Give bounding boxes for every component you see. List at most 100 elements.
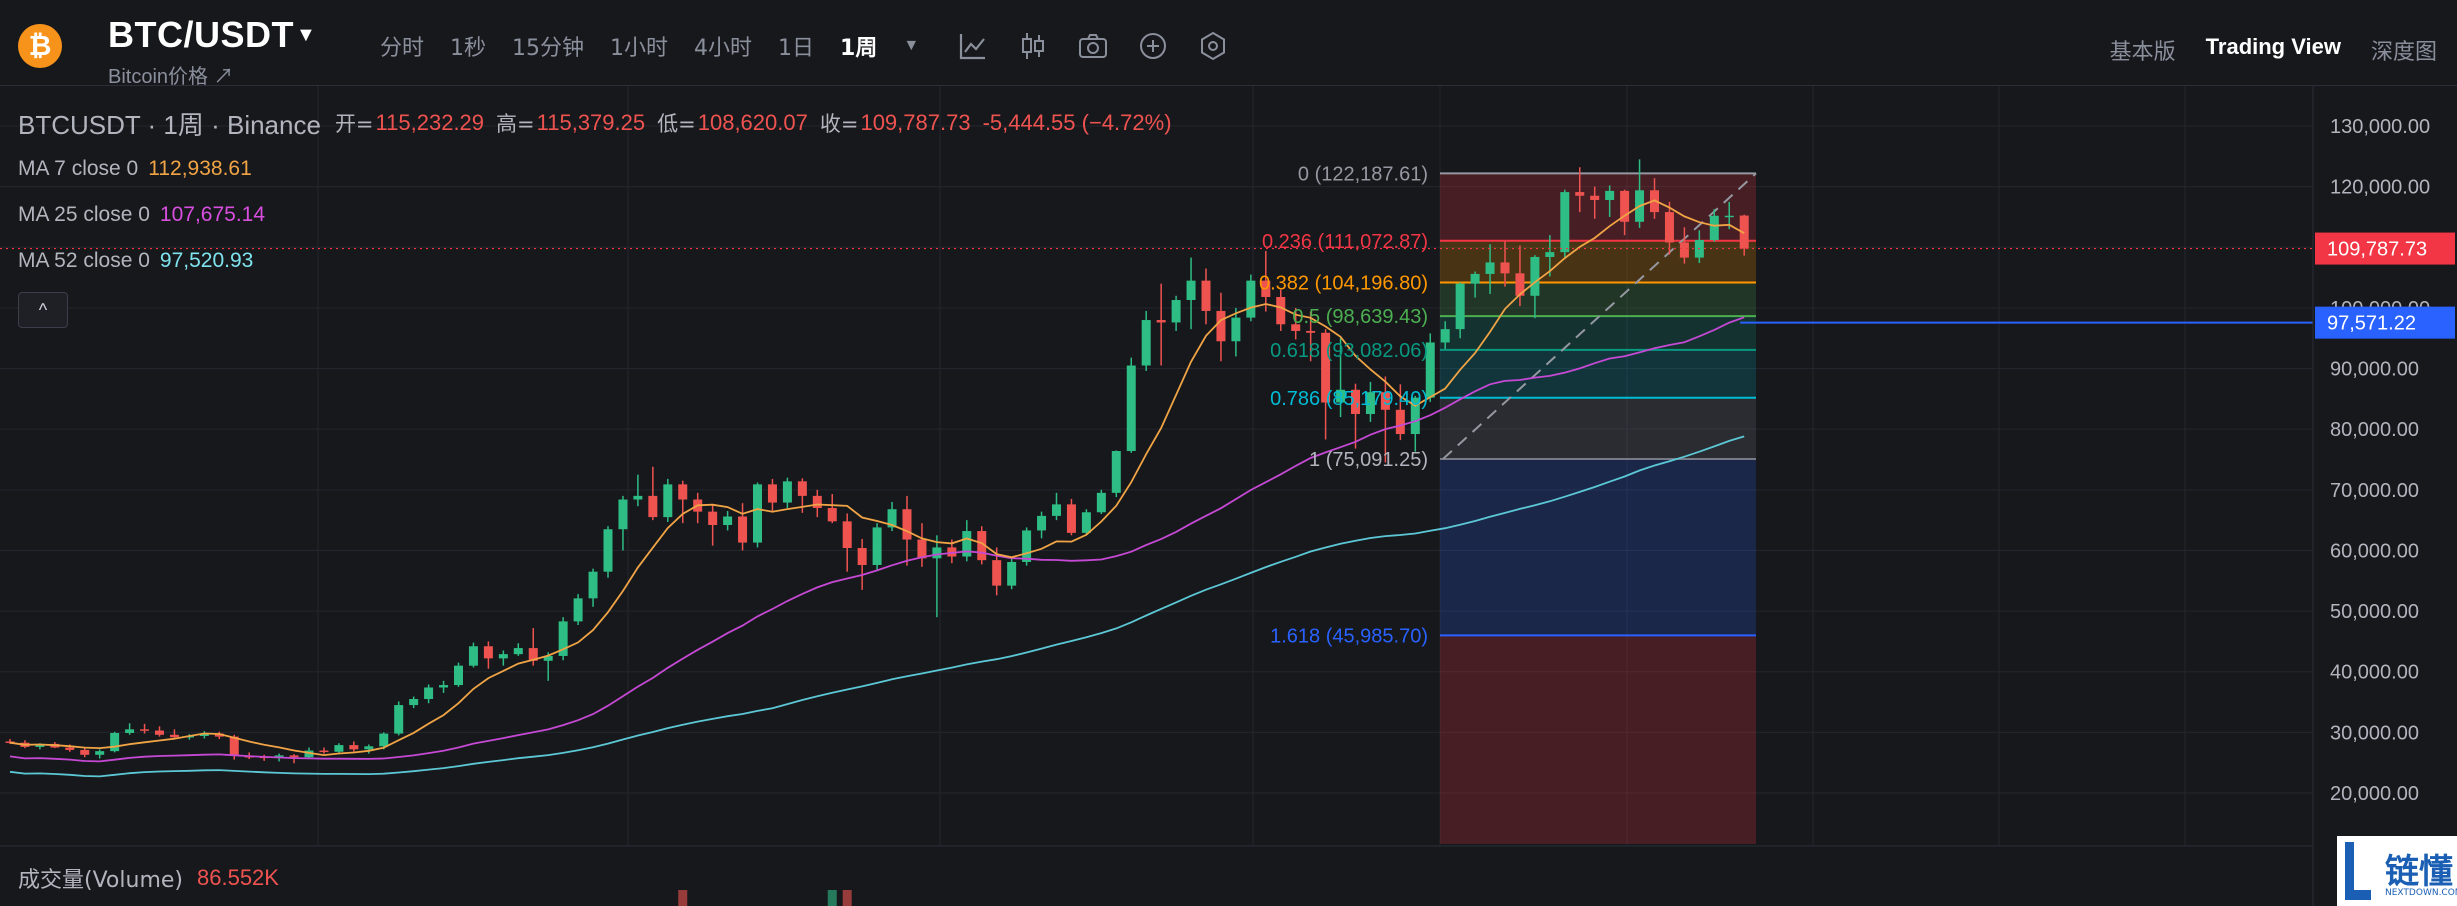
candle-body	[80, 749, 90, 755]
candle-body	[1096, 492, 1106, 513]
interval-1d[interactable]: 1日	[778, 30, 814, 62]
interval-15m[interactable]: 15分钟	[512, 30, 584, 62]
candle-body	[1500, 262, 1510, 274]
candle-body	[1560, 192, 1570, 253]
interval-1h[interactable]: 1小时	[610, 30, 668, 62]
candle-body	[588, 571, 598, 599]
chart-legend: BTCUSDT · 1周 · Binance 开= 115,232.29 高= …	[18, 100, 1184, 328]
symbol-title[interactable]: BTCUSDT · 1周 · Binance	[18, 105, 321, 142]
candle-body	[394, 705, 404, 734]
site-watermark-logo: 链懂 NEXTDOWN.COM	[2337, 836, 2457, 906]
candle-body	[767, 484, 777, 503]
ohlc-row: BTCUSDT · 1周 · Binance 开= 115,232.29 高= …	[18, 100, 1184, 146]
candle-body	[663, 484, 673, 518]
candle-body	[140, 729, 150, 731]
ma7-label: MA 7 close 0	[18, 157, 139, 180]
candle-body	[1485, 262, 1495, 274]
fib-level-label: 0.618 (93,082.06)	[1270, 340, 1428, 362]
candle-body	[842, 521, 852, 549]
ma7-value: 112,938.61	[148, 157, 252, 180]
candle-body	[1081, 512, 1091, 533]
candle-body	[155, 730, 164, 735]
candle-type-icon[interactable]	[1017, 30, 1049, 62]
candle-body	[1455, 283, 1465, 330]
legend-collapse-button[interactable]: ^	[18, 292, 68, 328]
candle-body	[827, 508, 837, 522]
price-axis-tick-label: 80,000.00	[2330, 419, 2419, 441]
interval-more-dropdown-icon[interactable]: ▼	[903, 37, 919, 55]
fib-level-label: 1 (75,091.25)	[1309, 449, 1428, 471]
candle-body	[633, 495, 643, 500]
chart-area[interactable]: 0 (122,187.61) 0.236 (111,072.87) 0.382 (1…	[0, 86, 2457, 906]
candle-body	[169, 734, 179, 738]
candle-body	[1395, 409, 1405, 435]
price-axis-tick-label: 20,000.00	[2330, 783, 2419, 805]
ma25-label: MA 25 close 0	[18, 203, 150, 226]
candle-body	[439, 685, 449, 688]
price-axis-tick-label: 120,000.00	[2330, 177, 2430, 199]
fibonacci-retracement	[1440, 172, 1757, 844]
price-axis-tick-label: 50,000.00	[2330, 601, 2419, 623]
watermark-subtext: NEXTDOWN.COM	[2385, 888, 2457, 898]
add-icon[interactable]	[1137, 30, 1169, 62]
candle-body	[468, 646, 478, 666]
volume-bar	[842, 890, 852, 906]
camera-icon[interactable]	[1077, 30, 1109, 62]
trading-app: ₿ BTC/USDT ▼ Bitcoin价格 ↗ 分时 1秒 15分钟 1小时 …	[0, 0, 2457, 906]
interval-timeline[interactable]: 分时	[380, 30, 424, 62]
candle-body	[678, 484, 688, 500]
candle-body	[454, 665, 463, 686]
close-value: 109,787.73	[860, 110, 971, 135]
candle-body	[932, 547, 942, 559]
coin-price-link[interactable]: Bitcoin价格 ↗	[108, 60, 234, 89]
candle-body	[1530, 256, 1540, 296]
candle-body	[1126, 365, 1136, 452]
candle-body	[349, 745, 359, 750]
interval-1w[interactable]: 1周	[840, 30, 877, 62]
candle-body	[1276, 296, 1286, 325]
fib-level-label: 0.786 (85,179.40)	[1270, 388, 1428, 410]
price-axis-tick-label: 130,000.00	[2330, 116, 2430, 138]
candle-body	[110, 732, 120, 752]
candle-body	[738, 516, 748, 543]
close-label: 收=	[819, 112, 859, 136]
candle-body	[753, 484, 762, 543]
candle-body	[1007, 561, 1017, 586]
candle-body	[1709, 215, 1719, 240]
price-axis-tick-label: 60,000.00	[2330, 540, 2419, 562]
candle-body	[379, 733, 389, 747]
tab-basic[interactable]: 基本版	[2110, 34, 2176, 66]
candle-body	[1440, 329, 1450, 343]
candle-body	[573, 598, 583, 622]
candle-body	[1246, 280, 1256, 318]
candle-body	[1306, 330, 1316, 333]
candle-body	[1022, 530, 1032, 562]
candle-body	[857, 548, 867, 566]
candle-body	[1066, 504, 1076, 533]
candle-body	[1201, 280, 1211, 311]
ma25-value: 107,675.14	[159, 203, 266, 226]
pair-dropdown-icon[interactable]: ▼	[296, 24, 316, 47]
candle-body	[289, 755, 299, 758]
ma52-row[interactable]: MA 52 close 0 97,520.93	[18, 238, 1184, 284]
candle-body	[603, 529, 613, 572]
pair-title[interactable]: BTC/USDT	[108, 14, 294, 56]
price-axis-tick-label: 70,000.00	[2330, 480, 2419, 502]
tab-tradingview[interactable]: Trading View	[2206, 34, 2341, 66]
indicator-icon[interactable]	[957, 30, 989, 62]
settings-icon[interactable]	[1197, 30, 1229, 62]
view-tabs: 基本版 Trading View 深度图	[2080, 34, 2437, 66]
candle-body	[483, 646, 493, 659]
bitcoin-icon: ₿	[18, 24, 62, 68]
candle-body	[334, 745, 344, 752]
candle-body	[797, 481, 807, 496]
interval-4h[interactable]: 4小时	[694, 30, 752, 62]
candle-body	[409, 699, 419, 706]
ma25-row[interactable]: MA 25 close 0 107,675.14	[18, 192, 1184, 238]
ma52-price-marker-label: 97,571.22	[2327, 313, 2416, 335]
tab-depth-chart[interactable]: 深度图	[2371, 34, 2437, 66]
volume-value: 86.552K	[197, 865, 279, 890]
interval-1s[interactable]: 1秒	[450, 30, 486, 62]
ma7-row[interactable]: MA 7 close 0 112,938.61	[18, 146, 1184, 192]
watermark-text: 链懂	[2385, 852, 2453, 892]
